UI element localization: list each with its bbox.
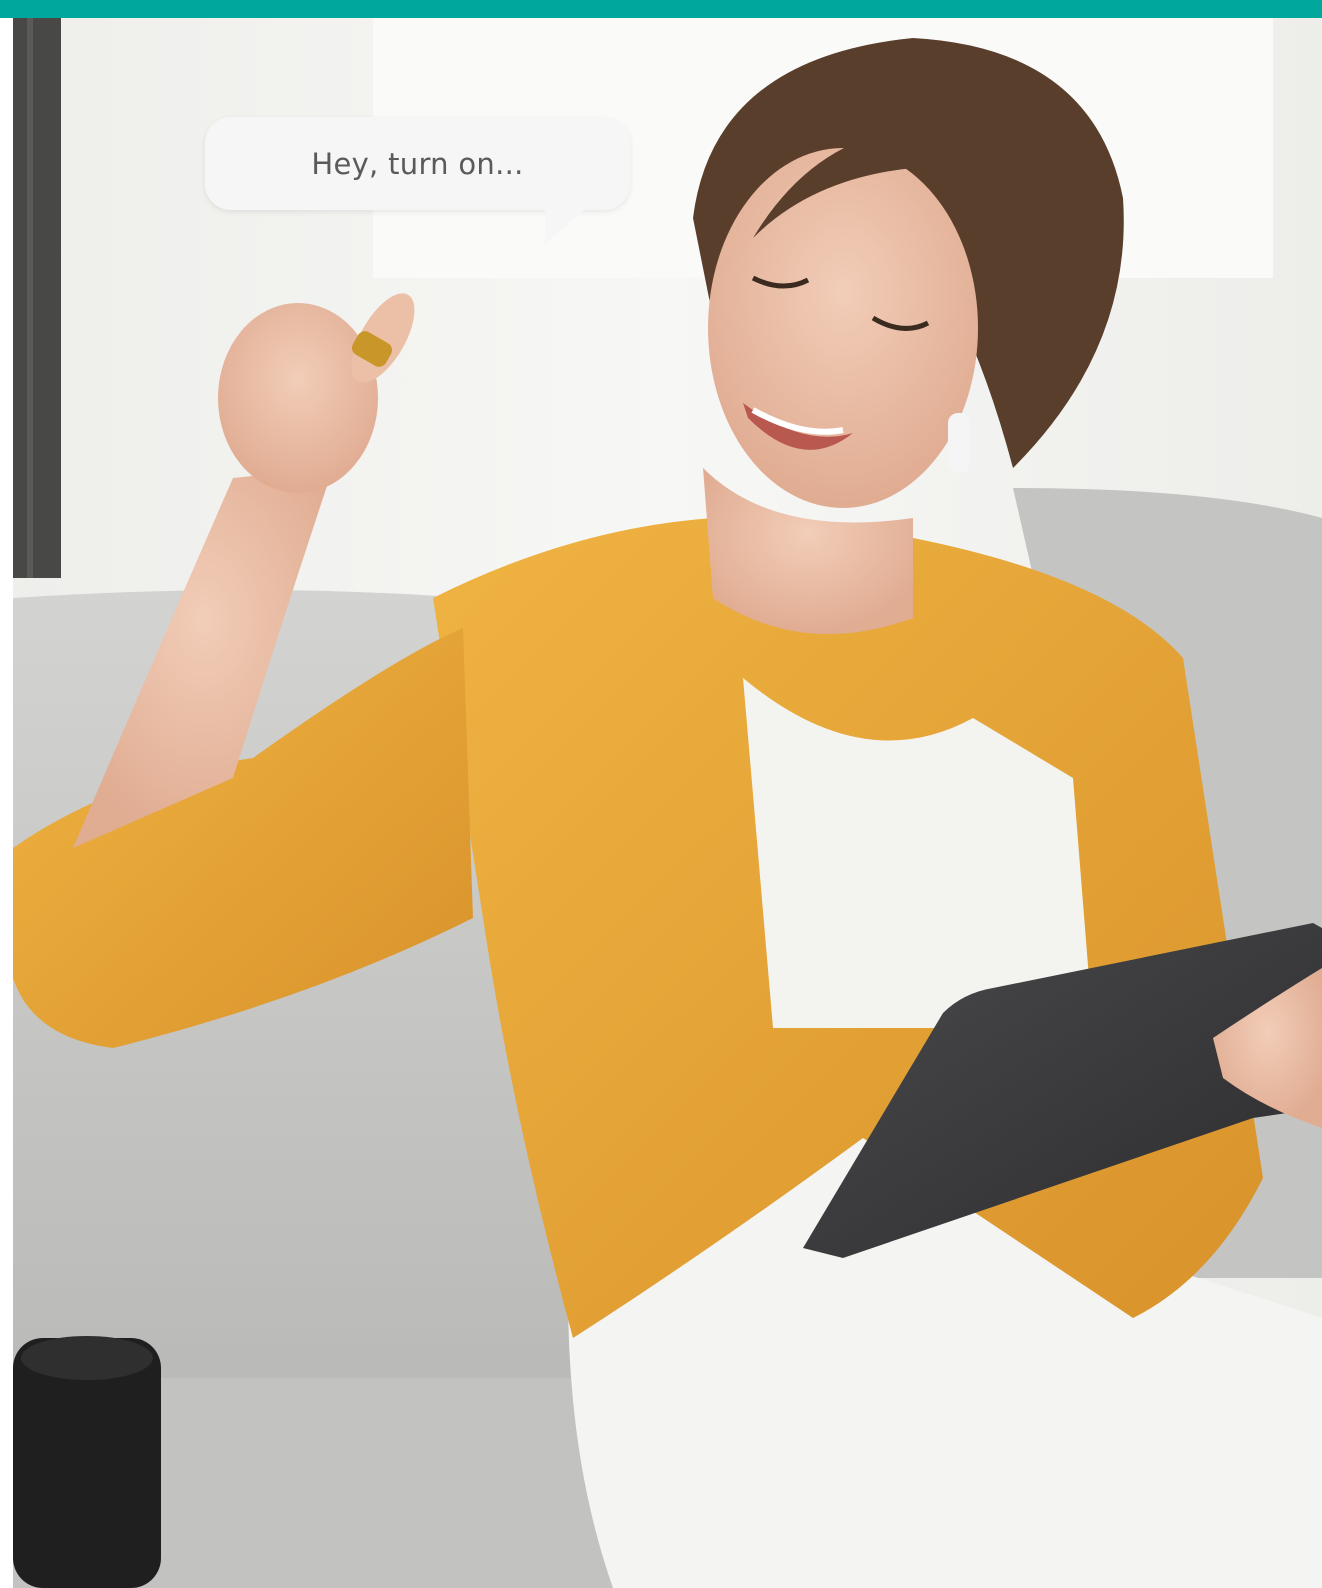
face bbox=[708, 148, 978, 508]
accent-bar bbox=[0, 0, 1322, 18]
speech-bubble-tail bbox=[545, 206, 589, 244]
speech-bubble: Hey, turn on... bbox=[205, 117, 630, 210]
left-margin bbox=[0, 18, 13, 1588]
raised-hand bbox=[218, 303, 378, 493]
speech-bubble-text: Hey, turn on... bbox=[311, 146, 524, 181]
earbud bbox=[948, 413, 970, 473]
radiator bbox=[13, 18, 61, 578]
page: Hey, turn on... bbox=[0, 0, 1322, 1588]
woman-on-sofa-photo bbox=[13, 18, 1322, 1588]
